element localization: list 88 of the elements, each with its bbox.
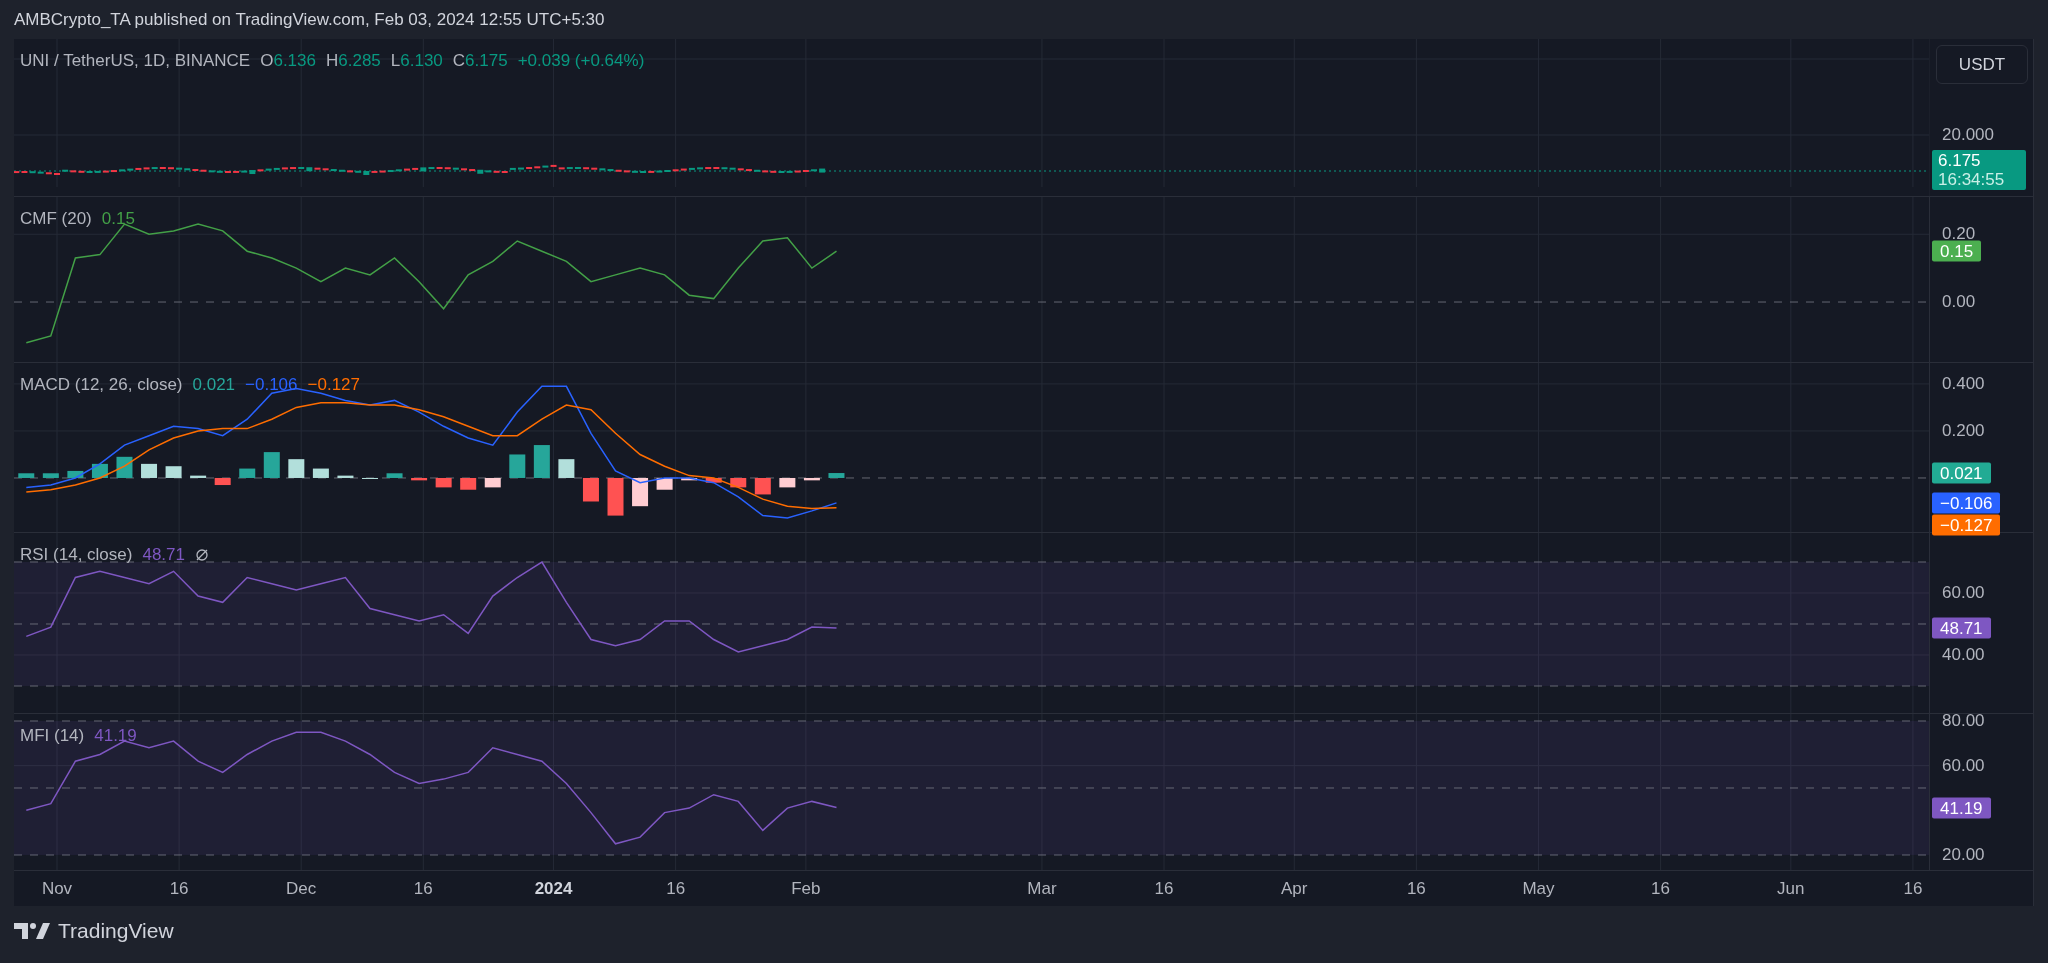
- time-label: 16: [1406, 879, 1426, 898]
- indicator-title: MACD (12, 26, close): [20, 375, 183, 395]
- axis-label: 20.000: [1942, 125, 1994, 145]
- time-label: Apr: [1281, 879, 1308, 898]
- logo-icon: [14, 920, 50, 941]
- value-badge: 0.15: [1932, 240, 1982, 262]
- symbol-title: UNI / TetherUS, 1D, BINANCE: [20, 51, 251, 71]
- histogram-bar: [141, 463, 158, 478]
- indicator-value: 0.021: [192, 375, 236, 395]
- histogram-bar: [607, 478, 624, 516]
- time-label: Mar: [1027, 879, 1057, 898]
- indicator-value: 0.15: [101, 209, 135, 229]
- histogram-bar: [779, 478, 796, 488]
- histogram-bar: [18, 473, 35, 478]
- histogram-bar: [558, 459, 575, 478]
- histogram-bar: [386, 473, 403, 478]
- axis-label: 40.00: [1942, 645, 1985, 665]
- histogram-bar: [42, 473, 59, 478]
- value-badge: −0.106: [1932, 492, 2001, 514]
- time-label: 16: [1651, 879, 1671, 898]
- ohlc-value: 6.175: [465, 51, 508, 71]
- indicator-value: −0.106: [245, 375, 298, 395]
- histogram-bar: [509, 454, 526, 478]
- histogram-bar: [165, 466, 182, 478]
- histogram-bar: [337, 475, 354, 478]
- ohlc-label: O: [260, 51, 274, 71]
- indicator-title: RSI (14, close): [20, 545, 133, 565]
- histogram-bar: [312, 468, 329, 478]
- indicator-value: 41.19: [94, 726, 137, 746]
- histogram-bar: [411, 478, 428, 481]
- indicator-value: −0.127: [307, 375, 360, 395]
- axis-label: 20.00: [1942, 845, 1985, 865]
- ohlc-value: 6.130: [400, 51, 443, 71]
- visibility-off-icon[interactable]: [195, 548, 209, 562]
- histogram-bar: [214, 478, 231, 486]
- histogram-bar: [681, 478, 698, 481]
- bar-countdown: 16:34:55: [1938, 170, 2006, 189]
- ohlc-value: 6.136: [273, 51, 316, 71]
- value-badge: 41.19: [1932, 797, 1991, 819]
- histogram-bar: [288, 459, 305, 478]
- histogram-bar: [803, 478, 820, 481]
- ohlc-value: 6.285: [338, 51, 381, 71]
- histogram-bar: [730, 478, 747, 488]
- time-label: 16: [1154, 879, 1174, 898]
- histogram-bar: [632, 478, 649, 507]
- indicator-title: MFI (14): [20, 726, 85, 746]
- histogram-bar: [435, 478, 452, 488]
- indicator-title: CMF (20): [20, 209, 92, 229]
- histogram-bar: [582, 478, 599, 502]
- axis-label: 0.00: [1942, 292, 1976, 312]
- time-label: 16: [169, 879, 189, 898]
- time-label: 16: [1903, 879, 1923, 898]
- publisher-line: AMBCrypto_TA published on TradingView.com, Feb 03, 2024 12:55 UTC+5:30: [14, 9, 605, 30]
- ohlc-label: L: [390, 51, 401, 71]
- histogram-bar: [754, 478, 771, 495]
- time-label: 2024: [534, 879, 573, 898]
- time-label: Jun: [1777, 879, 1805, 898]
- histogram-bar: [116, 456, 133, 478]
- histogram-bar: [533, 445, 550, 478]
- brand-name: TradingView: [58, 918, 174, 943]
- axis-label: 0.200: [1942, 420, 1985, 441]
- histogram-bar: [705, 478, 722, 483]
- histogram-bar: [239, 468, 256, 478]
- histogram-bar: [190, 475, 207, 478]
- histogram-bar: [67, 470, 84, 478]
- value-badge: −0.127: [1932, 514, 2001, 536]
- indicator-value: 48.71: [142, 545, 185, 565]
- currency-button[interactable]: USDT: [1936, 45, 2028, 84]
- histogram-bar: [460, 478, 477, 490]
- price-change: +0.039 (+0.64%): [517, 51, 645, 71]
- last-price: 6.175: [1938, 151, 1982, 170]
- ohlc-label: H: [326, 51, 339, 71]
- ohlc-label: C: [452, 51, 466, 71]
- histogram-bar: [828, 473, 845, 478]
- time-label: Dec: [286, 879, 317, 898]
- axis-label: 80.00: [1942, 711, 1985, 731]
- axis-label: 60.00: [1942, 755, 1985, 776]
- time-label: Nov: [41, 879, 73, 898]
- value-badge: 48.71: [1932, 617, 1991, 639]
- time-label: 16: [666, 879, 686, 898]
- time-label: 16: [413, 879, 433, 898]
- axis-label: 60.00: [1942, 583, 1985, 603]
- time-label: May: [1522, 879, 1555, 898]
- histogram-bar: [484, 478, 501, 488]
- histogram-bar: [263, 452, 280, 478]
- time-label: Feb: [791, 879, 821, 898]
- axis-label: 0.400: [1942, 373, 1985, 394]
- value-badge: 0.021: [1932, 462, 1991, 484]
